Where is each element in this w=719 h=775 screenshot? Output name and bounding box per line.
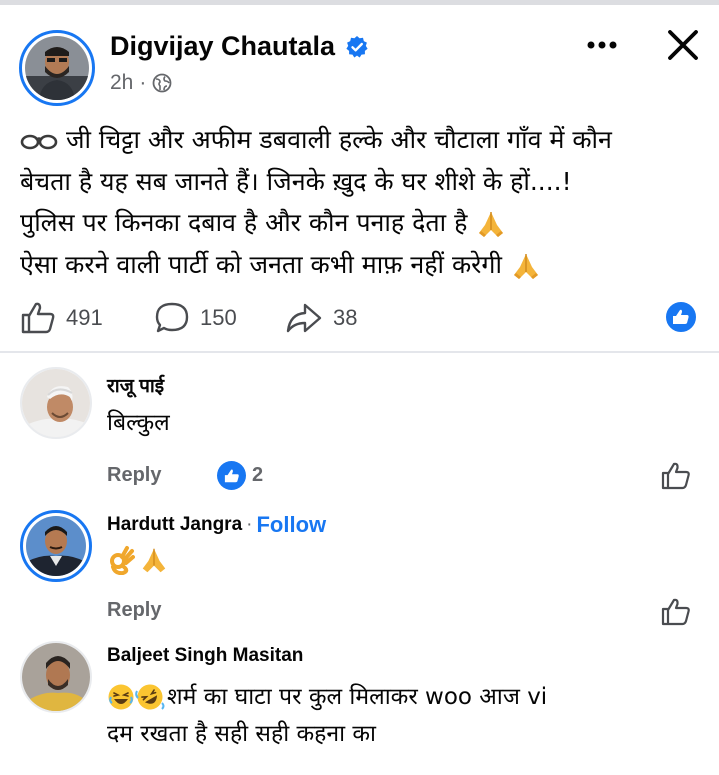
comment-count: 150	[200, 305, 237, 330]
share-count: 38	[333, 305, 358, 330]
like-icon[interactable]	[661, 461, 691, 491]
like-stat[interactable]: 491	[20, 300, 103, 336]
folded-hands-icon	[479, 212, 504, 237]
section-divider	[0, 351, 719, 353]
comment-author-name[interactable]: Baljeet Singh Masitan	[107, 645, 303, 667]
post-line-2: बेचता है यह सब जानते हैं। जिनके ख़ुद के …	[20, 166, 572, 196]
like-icon[interactable]	[661, 597, 691, 627]
author-avatar[interactable]	[19, 30, 95, 106]
like-reaction-icon	[217, 461, 246, 490]
comment-reactions[interactable]: 2	[217, 461, 263, 490]
follow-separator: ·	[246, 514, 253, 535]
post-line-1-text: जी चिट्टा और अफीम डबवाली हल्के और चौटाला…	[65, 125, 612, 154]
like-count: 491	[66, 305, 103, 330]
more-options-button[interactable]	[585, 30, 619, 60]
reply-button[interactable]: Reply	[107, 599, 161, 622]
comment-author-name[interactable]: राजू पाई	[107, 372, 164, 398]
share-icon	[286, 303, 322, 333]
laughing-emoji-icon	[108, 684, 134, 710]
comment-avatar[interactable]	[20, 510, 92, 582]
share-stat[interactable]: 38	[285, 300, 357, 336]
reaction-count: 2	[252, 464, 264, 486]
reply-button[interactable]: Reply	[107, 464, 161, 487]
post-line-3: पुलिस पर किनका दबाव है और कौन पनाह देता …	[20, 202, 700, 244]
globe-icon	[152, 73, 172, 93]
post-line-4: ऐसा करने वाली पार्टी को जनता कभी माफ़ नह…	[20, 244, 700, 286]
verified-badge-icon	[346, 36, 368, 58]
comment-icon	[155, 302, 189, 333]
comment-author-name[interactable]: Hardutt Jangra	[107, 514, 242, 536]
comment-avatar[interactable]	[20, 641, 92, 713]
comment-text: शर्म का घाटा पर कुल मिलाकर woo आज vi	[167, 684, 548, 710]
folded-hands-icon	[513, 253, 538, 279]
comment-text-line-2: दम रखता है सही सही कहना का	[107, 721, 376, 747]
follow-button[interactable]: Follow	[256, 512, 326, 538]
author-name[interactable]: Digvijay Chautala	[110, 31, 335, 62]
comment-emojis	[107, 545, 169, 575]
post-line-4-text: ऐसा करने वाली पार्टी को जनता कभी माफ़ नह…	[20, 249, 502, 279]
top-border	[0, 0, 719, 5]
post-line-3-text: पुलिस पर किनका दबाव है और कौन पनाह देता …	[20, 208, 468, 237]
post-line-1: जी चिट्टा और अफीम डबवाली हल्के और चौटाला…	[20, 119, 700, 161]
rolling-laughing-emoji-icon	[135, 684, 165, 710]
meta-separator: ·	[139, 71, 147, 94]
like-reaction-icon[interactable]	[664, 300, 698, 334]
like-icon	[21, 302, 55, 334]
close-icon[interactable]	[664, 26, 702, 64]
comment-stat[interactable]: 150	[154, 300, 237, 336]
ok-hand-icon	[110, 546, 135, 575]
post-text: जी चिट्टा और अफीम डबवाली हल्के और चौटाला…	[20, 119, 700, 285]
more-icon	[587, 41, 617, 49]
comment-text-line-1: शर्म का घाटा पर कुल मिलाकर woo आज vi	[107, 677, 547, 717]
glasses-icon	[20, 134, 58, 150]
comment-text: बिल्कुल	[107, 410, 170, 436]
comment-author-row: Hardutt Jangra · Follow	[107, 512, 326, 538]
post-meta: 2h ·	[110, 71, 172, 95]
comment-avatar[interactable]	[20, 367, 92, 439]
folded-hands-icon	[142, 548, 166, 573]
post-time[interactable]: 2h	[110, 71, 133, 95]
